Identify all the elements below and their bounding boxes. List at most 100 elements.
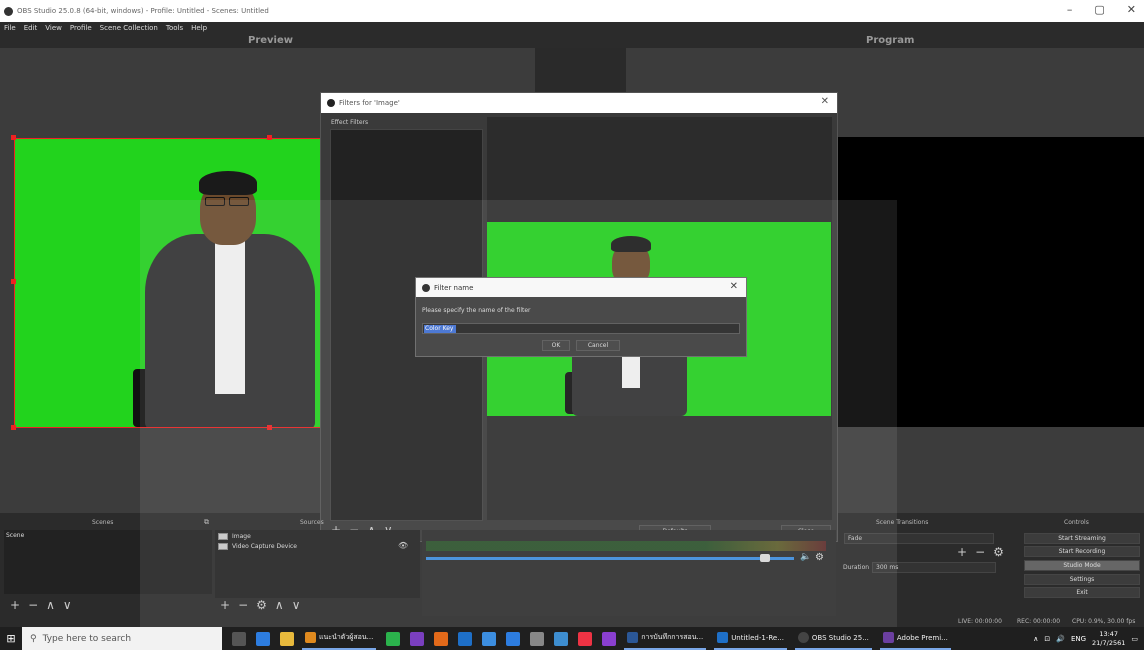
cancel-button[interactable]: Cancel — [576, 340, 620, 351]
transition-controls: + − ⚙ — [957, 545, 1004, 559]
minimize-button[interactable]: – — [1067, 3, 1073, 16]
menu-help[interactable]: Help — [191, 24, 207, 32]
exit-button[interactable]: Exit — [1024, 587, 1140, 598]
scenes-list[interactable] — [4, 530, 212, 594]
scene-down-icon[interactable]: ∨ — [63, 598, 72, 612]
resize-handle-top[interactable] — [267, 135, 272, 140]
visibility-eye-icon[interactable]: 👁 — [398, 541, 408, 550]
windows-start-icon[interactable]: ⊞ — [0, 627, 22, 650]
menu-edit[interactable]: Edit — [24, 24, 38, 32]
clock[interactable]: 13:47 21/7/2561 — [1092, 630, 1125, 648]
transition-select[interactable]: Fade — [844, 533, 994, 544]
resize-handle-bottom[interactable] — [267, 425, 272, 430]
taskbar-search[interactable]: ⚲ Type here to search — [22, 627, 222, 650]
edge-icon[interactable] — [256, 631, 270, 646]
add-scene-icon[interactable]: + — [10, 598, 20, 612]
taskbar-app-premiere[interactable]: Adobe Premi... — [879, 627, 951, 650]
settings-button[interactable]: Settings — [1024, 574, 1140, 585]
source-item[interactable]: Image — [218, 533, 251, 540]
transitions-dock-title: Scene Transitions — [876, 519, 929, 526]
windows-taskbar: ⊞ ⚲ Type here to search แนะนำตัวผู้สอน..… — [0, 627, 1144, 650]
word-icon — [627, 632, 639, 643]
menu-file[interactable]: File — [4, 24, 16, 32]
transition-gear-icon[interactable]: ⚙ — [993, 545, 1004, 559]
obs-logo-icon — [422, 283, 430, 292]
mail-icon[interactable] — [482, 631, 497, 646]
volume-slider-knob[interactable] — [760, 554, 770, 562]
app-icon[interactable] — [530, 631, 545, 646]
studio-mode-button[interactable]: Studio Mode — [1024, 560, 1140, 571]
menu-profile[interactable]: Profile — [70, 24, 92, 32]
taskbar-app-label: แนะนำตัวผู้สอน... — [319, 633, 374, 641]
premiere-icon[interactable] — [410, 631, 425, 646]
volume-icon[interactable]: 🔊 — [1056, 635, 1065, 643]
taskbar-app-word[interactable]: การบันทึกการสอน... — [624, 627, 707, 650]
resize-handle-tl[interactable] — [11, 135, 16, 140]
line-icon[interactable] — [386, 631, 401, 646]
filter-name-title: Filter name — [434, 283, 474, 292]
clock-time: 13:47 — [1099, 629, 1119, 638]
start-streaming-button[interactable]: Start Streaming — [1024, 533, 1140, 544]
chevron-up-icon[interactable]: ∧ — [1033, 635, 1038, 643]
scenes-dock-title: Scenes — [92, 519, 114, 526]
controls-dock-title: Controls — [1064, 519, 1089, 526]
task-view-icon[interactable] — [232, 631, 246, 646]
resize-handle-bl[interactable] — [11, 425, 16, 430]
add-transition-icon[interactable]: + — [957, 545, 967, 559]
remove-source-icon[interactable]: − — [238, 598, 248, 612]
volume-slider[interactable] — [426, 557, 794, 560]
clock-date: 21/7/2561 — [1092, 638, 1126, 647]
resize-handle-left[interactable] — [11, 279, 16, 284]
obs-logo-icon — [4, 6, 13, 16]
filter-name-dialog: Filter name ✕ Please specify the name of… — [415, 277, 747, 357]
source-down-icon[interactable]: ∨ — [292, 598, 301, 612]
source-item[interactable]: Video Capture Device — [218, 543, 297, 550]
menu-view[interactable]: View — [45, 24, 62, 32]
ok-button[interactable]: OK — [542, 340, 570, 351]
scenes-controls: + − ∧ ∨ — [10, 598, 72, 612]
source-settings-icon[interactable]: ⚙ — [256, 598, 267, 612]
mute-speaker-icon[interactable]: 🔈 — [800, 552, 811, 562]
add-source-icon[interactable]: + — [220, 598, 230, 612]
source-up-icon[interactable]: ∧ — [275, 598, 284, 612]
audio-meter — [426, 541, 826, 551]
search-placeholder: Type here to search — [42, 633, 132, 644]
close-button[interactable]: ✕ — [1127, 3, 1136, 16]
ie-icon[interactable] — [506, 631, 521, 646]
record-icon[interactable] — [578, 631, 593, 646]
mixer-gear-icon[interactable]: ⚙ — [815, 552, 824, 563]
app-icon[interactable] — [602, 631, 617, 646]
scene-up-icon[interactable]: ∧ — [46, 598, 55, 612]
preview-image-source[interactable] — [14, 138, 324, 428]
sources-dock-title: Sources — [300, 519, 324, 526]
taskbar-app-obs[interactable]: OBS Studio 25... — [794, 627, 872, 650]
scene-item[interactable]: Scene — [6, 532, 24, 539]
file-explorer-icon[interactable] — [280, 631, 294, 646]
dock-float-icon[interactable]: ⧉ — [204, 518, 209, 527]
sources-controls: + − ⚙ ∧ ∨ — [220, 598, 300, 612]
taskbar-app-photoshop[interactable]: Untitled-1-Re... — [714, 627, 787, 650]
illustrator-icon[interactable] — [434, 631, 449, 646]
network-icon[interactable]: ⊡ — [1044, 635, 1050, 643]
remove-transition-icon[interactable]: − — [975, 545, 985, 559]
maximize-button[interactable]: ▢ — [1094, 3, 1104, 16]
sources-list[interactable] — [215, 530, 420, 598]
menu-scene-collection[interactable]: Scene Collection — [100, 24, 158, 32]
filter-name-value[interactable]: Color Key — [424, 325, 456, 333]
notification-icon[interactable]: ▭ — [1131, 635, 1138, 643]
effect-filters-label: Effect Filters — [331, 119, 369, 126]
chrome-icon — [305, 632, 316, 643]
start-recording-button[interactable]: Start Recording — [1024, 546, 1140, 557]
filter-name-input[interactable] — [422, 323, 740, 334]
close-icon[interactable]: ✕ — [821, 96, 829, 107]
close-icon[interactable]: ✕ — [730, 281, 738, 292]
search-icon: ⚲ — [30, 633, 37, 644]
language-indicator[interactable]: ENG — [1071, 635, 1086, 643]
obs-logo-icon — [327, 99, 335, 107]
taskbar-app-chrome[interactable]: แนะนำตัวผู้สอน... — [302, 627, 377, 650]
app-icon[interactable] — [554, 631, 569, 646]
menu-tools[interactable]: Tools — [166, 24, 183, 32]
duration-input[interactable]: 300 ms — [872, 562, 996, 573]
remove-scene-icon[interactable]: − — [28, 598, 38, 612]
photoshop-icon[interactable] — [458, 631, 473, 646]
